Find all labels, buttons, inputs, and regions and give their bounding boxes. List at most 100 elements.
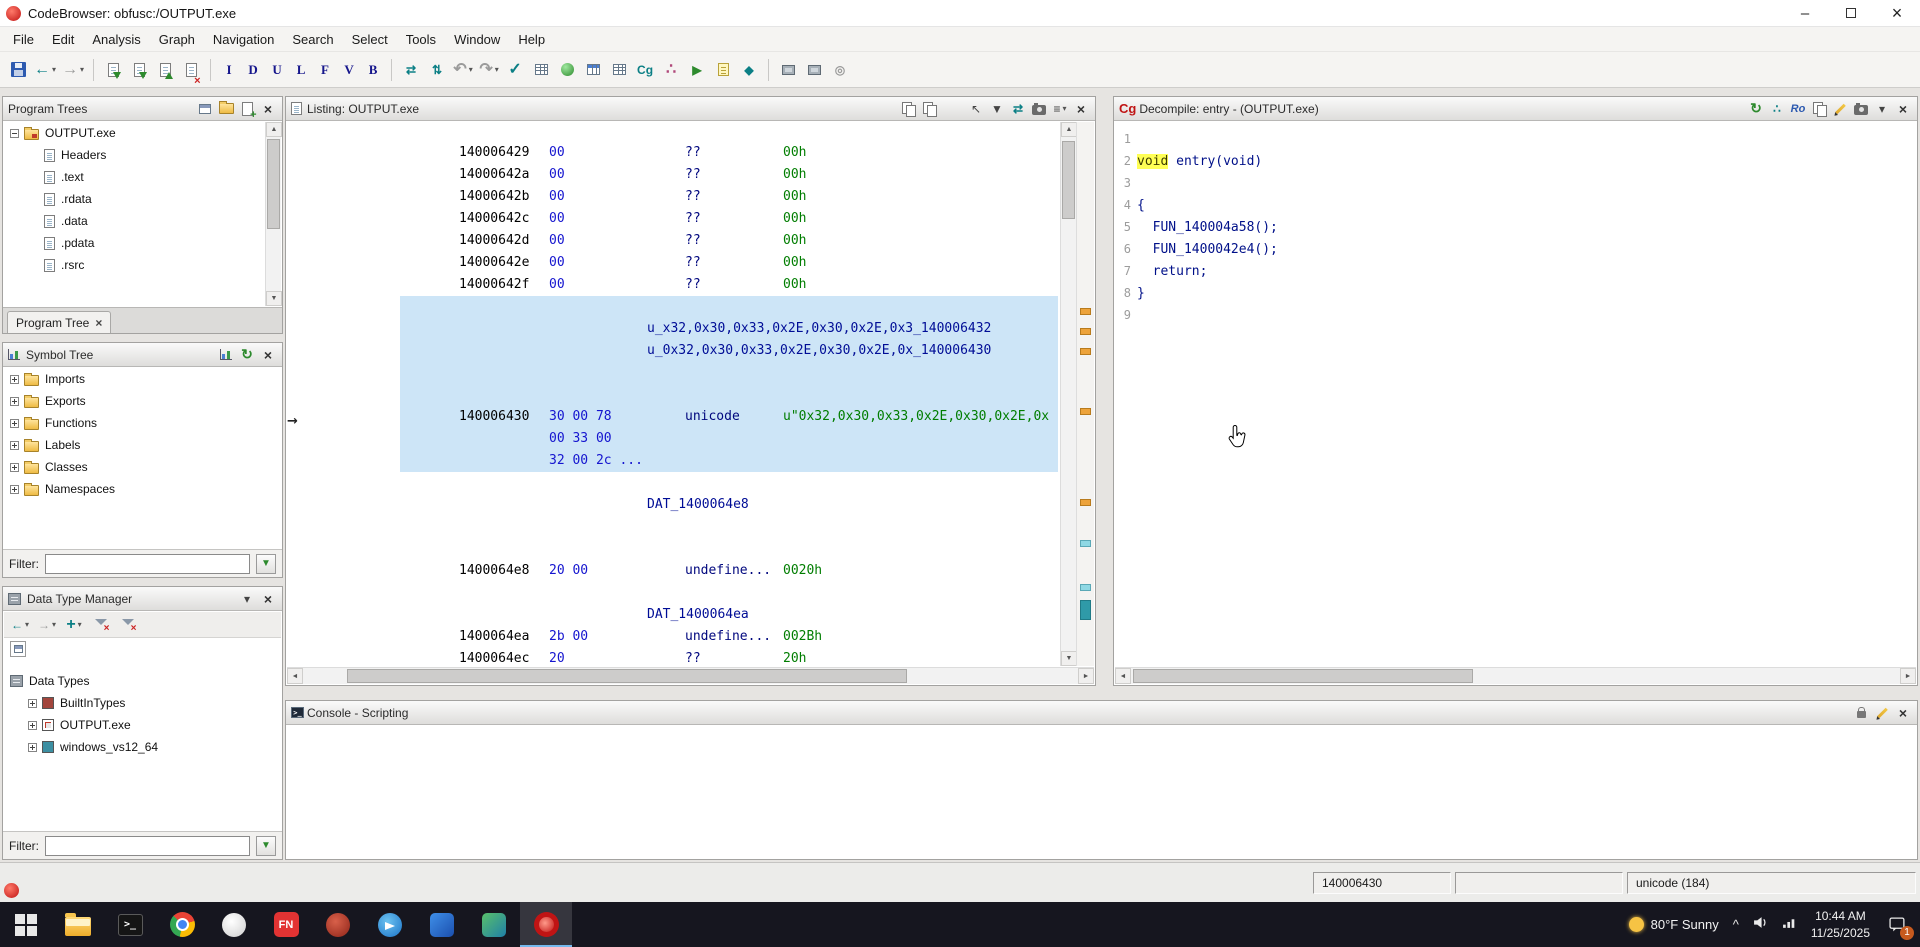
app-button-3[interactable] — [364, 902, 416, 947]
decompile-line[interactable]: 3 — [1115, 172, 1916, 194]
scroll-lock-button[interactable] — [1852, 704, 1870, 722]
terminal-button[interactable]: >_ — [104, 902, 156, 947]
app-button-2[interactable] — [312, 902, 364, 947]
show-hidden-icons-button[interactable]: ^ — [1733, 917, 1739, 932]
run-script-button[interactable]: ▶ — [685, 57, 709, 83]
marker-letter-button[interactable]: U — [266, 57, 288, 83]
weather-widget[interactable]: 80°F Sunny — [1629, 917, 1719, 932]
forward-button[interactable]: →▾ — [60, 57, 86, 83]
menu-item[interactable]: Navigation — [204, 29, 283, 50]
listing-row[interactable]: u_x32,0x30,0x33,0x2E,0x30,0x2E,0x3_14000… — [302, 303, 1058, 325]
expand-icon[interactable] — [10, 397, 19, 406]
scroll-left-button[interactable]: ◄ — [1115, 668, 1131, 684]
decompile-menu-button[interactable]: ▾ — [1873, 100, 1891, 118]
app-button-5[interactable] — [468, 902, 520, 947]
decompile-line[interactable]: 7 return; — [1115, 260, 1916, 282]
scroll-right-button[interactable]: ► — [1078, 668, 1094, 684]
overview-marker[interactable] — [1080, 499, 1091, 506]
decompile-horizontal-scrollbar[interactable]: ◄ ► — [1115, 667, 1916, 684]
scroll-up-button[interactable]: ▲ — [266, 122, 282, 137]
scroll-down-button[interactable]: ▼ — [266, 291, 282, 306]
menu-item[interactable]: Window — [445, 29, 509, 50]
close-panel-button[interactable]: × — [259, 100, 277, 118]
listing-vertical-scrollbar[interactable]: ▲ ▼ — [1060, 122, 1076, 666]
dtm-filter-input[interactable] — [45, 836, 250, 856]
scrollbar-thumb[interactable] — [267, 139, 280, 229]
symbol-tree-item[interactable]: Classes — [4, 456, 281, 478]
marker-letter-button[interactable]: F — [314, 57, 336, 83]
maximize-button[interactable] — [1828, 0, 1874, 27]
byte-viewer-button[interactable] — [607, 57, 631, 83]
collapse-icon[interactable] — [10, 129, 19, 138]
diff-view-button[interactable]: ⇄ — [1009, 100, 1027, 118]
listing-row[interactable]: 1400064ec 20 ?? 20h — [302, 633, 1058, 655]
expand-icon[interactable] — [10, 485, 19, 494]
overview-marker[interactable] — [1080, 308, 1091, 315]
xref-swap-vertical-button[interactable]: ⇅ — [425, 57, 449, 83]
listing-row[interactable]: 14000642e 00 ?? 00h — [302, 237, 1058, 259]
menu-item[interactable]: Select — [343, 29, 397, 50]
menu-item[interactable]: Help — [509, 29, 554, 50]
listing-row[interactable]: DAT_1400064e8 — [302, 479, 1058, 501]
page-up-arrow-button[interactable] — [153, 57, 177, 83]
menu-item[interactable]: Analysis — [83, 29, 149, 50]
close-window-button[interactable]: × — [1874, 0, 1920, 27]
symbol-tree-item[interactable]: Imports — [4, 368, 281, 390]
cursor-tool-button[interactable]: ↖ — [967, 100, 985, 118]
symbol-tree-item[interactable]: Labels — [4, 434, 281, 456]
notification-center-button[interactable]: 1 — [1884, 912, 1910, 938]
overview-marker[interactable] — [1080, 600, 1091, 620]
listing-row[interactable]: 14000642f 00 ?? 00h — [302, 259, 1058, 281]
program-tree-item[interactable]: .pdata — [4, 232, 265, 254]
decompile-body[interactable]: 1 2 void entry(void) 3 4 { — [1115, 122, 1916, 666]
next-datatype-button[interactable]: →▾ — [35, 612, 59, 638]
ghidra-taskbar-button[interactable] — [520, 902, 572, 947]
copy-button[interactable] — [1810, 100, 1828, 118]
clock-widget[interactable]: 10:44 AM 11/25/2025 — [1811, 908, 1870, 942]
close-panel-button[interactable]: × — [259, 346, 277, 364]
menu-item[interactable]: File — [4, 29, 43, 50]
save-button[interactable] — [6, 57, 30, 83]
program-tree-item[interactable]: .data — [4, 210, 265, 232]
decompile-line[interactable]: 5 FUN_140004a58(); — [1115, 216, 1916, 238]
function-graph-button[interactable]: ∴ — [659, 57, 683, 83]
data-type-archive-item[interactable]: OUTPUT.exe — [4, 714, 281, 736]
data-types-root[interactable]: Data Types — [4, 670, 281, 692]
table-view-button[interactable] — [529, 57, 553, 83]
overview-marker[interactable] — [1080, 328, 1091, 335]
chrome-button[interactable] — [156, 902, 208, 947]
filter-pointers-button[interactable] — [116, 612, 140, 638]
snapshot-button[interactable] — [1852, 100, 1870, 118]
listing-row[interactable] — [302, 457, 1058, 479]
fn-app-button[interactable]: FN — [260, 902, 312, 947]
listing-row[interactable]: 14000642d 00 ?? 00h — [302, 215, 1058, 237]
link-button[interactable]: ◎ — [828, 57, 852, 83]
close-tab-icon[interactable]: × — [95, 316, 102, 330]
listing-row[interactable]: 1400064ea 2b 00 undefine... 002Bh — [302, 611, 1058, 633]
app-button-4[interactable] — [416, 902, 468, 947]
listing-row[interactable] — [302, 347, 1058, 369]
back-button[interactable]: ←▾ — [32, 57, 58, 83]
cg-button[interactable]: Cg — [633, 57, 657, 83]
undo-button[interactable]: ↶▾ — [451, 57, 475, 83]
scrollbar-thumb[interactable] — [1133, 669, 1473, 683]
rename-override-button[interactable]: Ro — [1789, 100, 1807, 118]
center-splitter[interactable] — [1097, 96, 1112, 686]
symbol-filter-input[interactable] — [45, 554, 250, 574]
graph-button[interactable]: ∴ — [1768, 100, 1786, 118]
decompile-line[interactable]: 8 } — [1115, 282, 1916, 304]
listing-body[interactable]: 140006429 00 ?? 00h 14000642a 00 ?? 00h — [287, 122, 1058, 666]
program-tree-tab[interactable]: Program Tree × — [7, 311, 111, 333]
listing-overview-margin[interactable] — [1076, 122, 1094, 666]
menu-item[interactable]: Tools — [397, 29, 445, 50]
tree-view-button[interactable] — [196, 100, 214, 118]
expand-icon[interactable] — [28, 699, 37, 708]
edit-script-button[interactable] — [1873, 704, 1891, 722]
re-decompile-button[interactable]: ↻ — [1747, 100, 1765, 118]
listing-row[interactable] — [302, 281, 1058, 303]
duplicate-view-button[interactable] — [899, 100, 917, 118]
program-tree-item[interactable]: Headers — [4, 144, 265, 166]
decompile-line[interactable]: 4 { — [1115, 194, 1916, 216]
menu-item[interactable]: Edit — [43, 29, 83, 50]
filter-arrays-button[interactable] — [89, 612, 113, 638]
